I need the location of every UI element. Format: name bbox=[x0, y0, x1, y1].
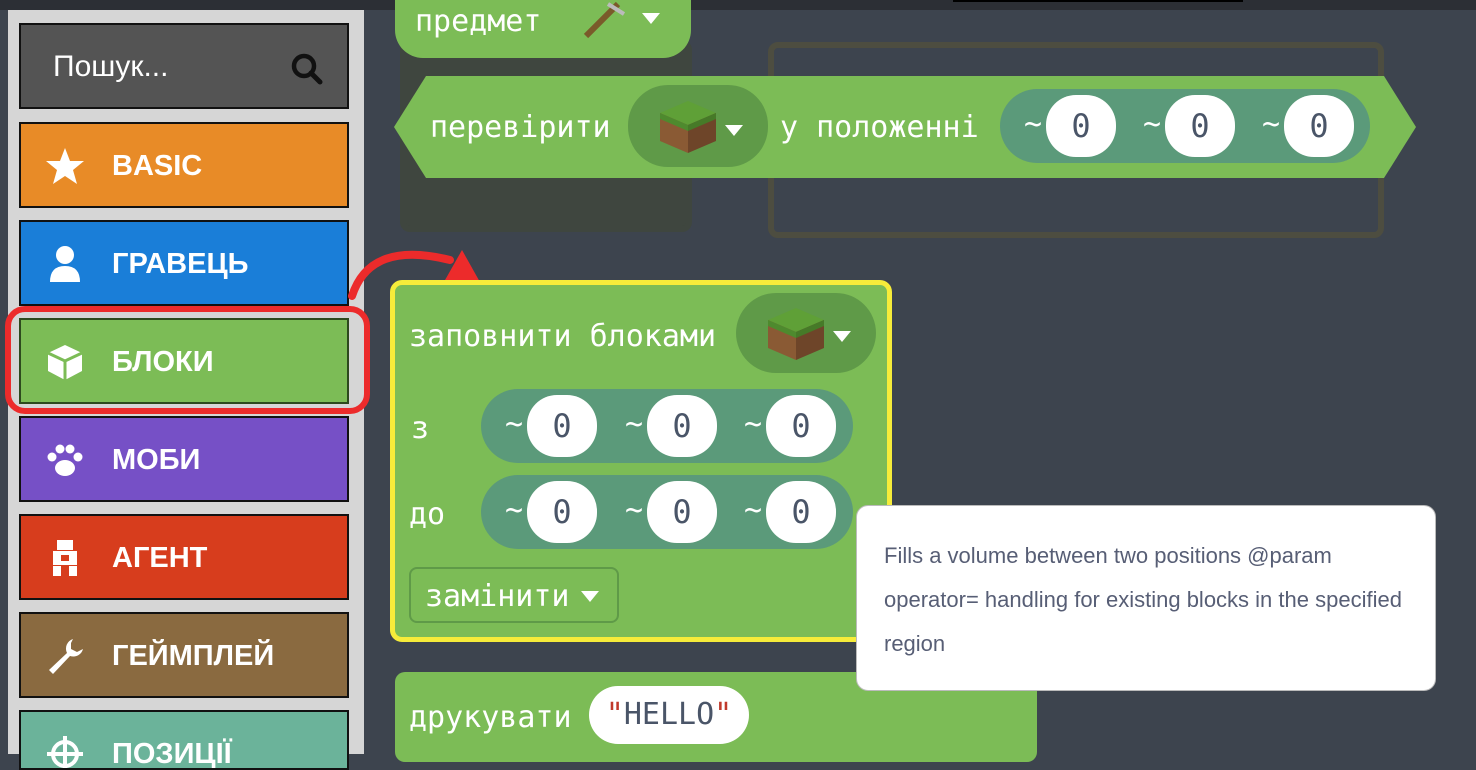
from-y-value[interactable]: 0 bbox=[647, 395, 717, 457]
to-y-value[interactable]: 0 bbox=[647, 481, 717, 543]
item-block[interactable]: предмет bbox=[395, 0, 691, 58]
tooltip: Fills a volume between two positions @pa… bbox=[856, 505, 1436, 691]
chevron-down-icon[interactable] bbox=[833, 331, 851, 343]
category-label: МОБИ bbox=[112, 444, 201, 476]
test-block-label: перевірити bbox=[430, 110, 611, 145]
position-label: у положенні bbox=[780, 110, 979, 145]
grass-block-icon bbox=[660, 101, 716, 153]
star-icon bbox=[46, 148, 84, 184]
tilde-label: ~ bbox=[1262, 107, 1281, 142]
top-bar bbox=[0, 0, 1476, 10]
y-value[interactable]: 0 bbox=[1165, 95, 1235, 157]
tilde-label: ~ bbox=[625, 407, 644, 442]
from-z-value[interactable]: 0 bbox=[766, 395, 836, 457]
search-placeholder[interactable]: Пошук... bbox=[53, 50, 168, 84]
tilde-label: ~ bbox=[744, 407, 763, 442]
to-label: до bbox=[409, 497, 446, 532]
quote-mark: " bbox=[605, 697, 624, 732]
test-block[interactable]: перевірити у положенні ~ 0 ~ 0 ~ 0 bbox=[394, 76, 1418, 178]
print-text-input[interactable]: "HELLO" bbox=[589, 686, 749, 744]
category-mobs[interactable]: МОБИ bbox=[19, 416, 349, 502]
wrench-icon bbox=[49, 639, 83, 674]
category-label: BASIC bbox=[112, 150, 203, 182]
category-positions[interactable]: ПОЗИЦІЇ bbox=[19, 710, 349, 770]
selection-highlight bbox=[5, 306, 370, 414]
block-type-dropdown[interactable] bbox=[736, 293, 876, 373]
tab-indicator bbox=[953, 0, 1243, 2]
category-label: ГЕЙМПЛЕЙ bbox=[112, 640, 275, 672]
category-label: АГЕНТ bbox=[112, 542, 208, 574]
paw-icon bbox=[47, 444, 83, 476]
tilde-label: ~ bbox=[625, 493, 644, 528]
agent-icon bbox=[53, 540, 77, 576]
search-icon[interactable] bbox=[289, 51, 325, 87]
category-gameplay[interactable]: ГЕЙМПЛЕЙ bbox=[19, 612, 349, 698]
fill-block-label: заповнити блоками bbox=[409, 319, 717, 354]
print-text-value: HELLO bbox=[623, 697, 715, 732]
tilde-label: ~ bbox=[505, 493, 524, 528]
from-x-value[interactable]: 0 bbox=[527, 395, 597, 457]
chevron-down-icon[interactable] bbox=[581, 591, 599, 603]
chevron-down-icon[interactable] bbox=[725, 125, 743, 137]
tilde-label: ~ bbox=[505, 407, 524, 442]
z-value[interactable]: 0 bbox=[1284, 95, 1354, 157]
category-label: ПОЗИЦІЇ bbox=[112, 738, 232, 770]
item-block-label: предмет bbox=[415, 4, 542, 39]
grass-block-icon bbox=[768, 308, 824, 360]
block-type-dropdown[interactable] bbox=[628, 85, 768, 167]
chevron-down-icon[interactable] bbox=[642, 13, 660, 25]
position-input[interactable]: ~ 0 ~ 0 ~ 0 bbox=[1000, 89, 1370, 163]
from-position-input[interactable]: ~ 0 ~ 0 ~ 0 bbox=[481, 389, 853, 463]
to-z-value[interactable]: 0 bbox=[766, 481, 836, 543]
tooltip-text: Fills a volume between two positions @pa… bbox=[884, 543, 1402, 656]
operator-dropdown[interactable]: замінити bbox=[409, 567, 619, 623]
tilde-label: ~ bbox=[744, 493, 763, 528]
print-block-label: друкувати bbox=[409, 700, 572, 735]
to-x-value[interactable]: 0 bbox=[527, 481, 597, 543]
category-agent[interactable]: АГЕНТ bbox=[19, 514, 349, 600]
category-player[interactable]: ГРАВЕЦЬ bbox=[19, 220, 349, 306]
operator-label: замінити bbox=[425, 579, 570, 614]
category-label: ГРАВЕЦЬ bbox=[112, 248, 249, 280]
from-label: з bbox=[411, 411, 430, 446]
crosshair-icon bbox=[47, 736, 83, 768]
sword-icon bbox=[583, 1, 626, 39]
person-icon bbox=[50, 246, 80, 282]
category-basic[interactable]: BASIC bbox=[19, 122, 349, 208]
search-box[interactable]: Пошук... bbox=[19, 23, 349, 109]
tilde-label: ~ bbox=[1143, 107, 1162, 142]
x-value[interactable]: 0 bbox=[1046, 95, 1116, 157]
fill-block[interactable]: заповнити блоками з ~ 0 ~ 0 ~ 0 до ~ 0 ~… bbox=[390, 280, 892, 642]
quote-mark: " bbox=[714, 697, 733, 732]
tilde-label: ~ bbox=[1024, 107, 1043, 142]
to-position-input[interactable]: ~ 0 ~ 0 ~ 0 bbox=[481, 475, 853, 549]
